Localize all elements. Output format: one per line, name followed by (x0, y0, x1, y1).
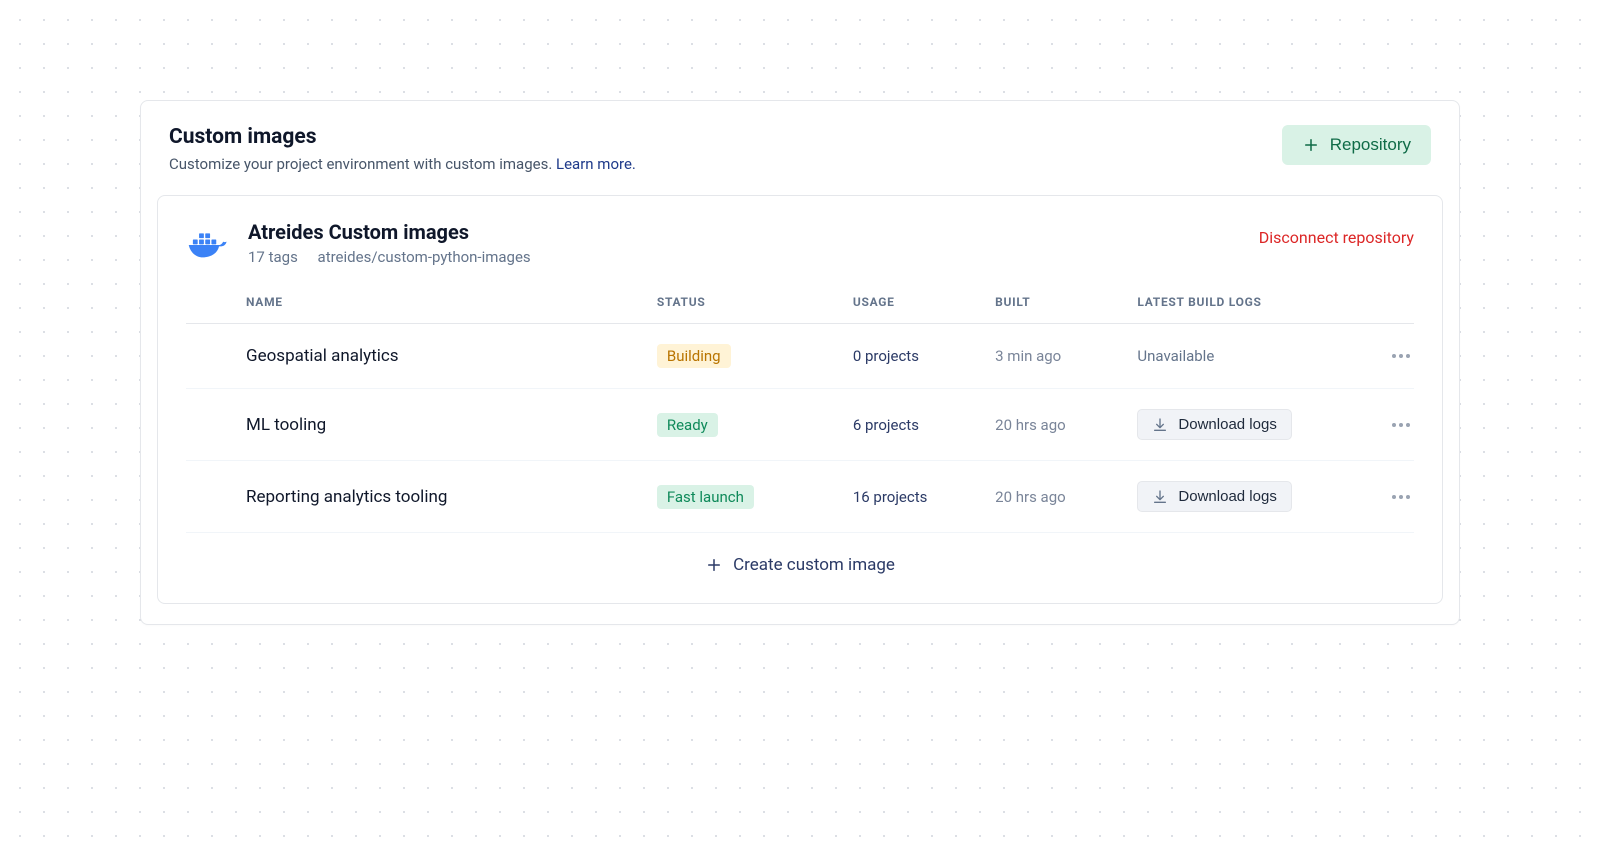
plus-icon (705, 556, 723, 574)
status-cell: Fast launch (657, 485, 845, 509)
col-usage: USAGE (853, 295, 987, 309)
disconnect-repository-link[interactable]: Disconnect repository (1259, 228, 1414, 247)
table-row: Reporting analytics tooling Fast launch … (186, 461, 1414, 533)
page-title: Custom images (169, 125, 636, 149)
repository-card: Atreides Custom images 17 tags atreides/… (157, 195, 1443, 604)
usage-cell: 6 projects (853, 416, 987, 434)
image-name: Geospatial analytics (246, 346, 649, 366)
status-cell: Building (657, 344, 845, 368)
download-icon (1152, 417, 1168, 433)
col-status: STATUS (657, 295, 845, 309)
image-name: Reporting analytics tooling (246, 487, 649, 507)
col-name: NAME (246, 295, 649, 309)
table-header-row: NAME STATUS USAGE BUILT LATEST BUILD LOG… (186, 277, 1414, 324)
status-cell: Ready (657, 413, 845, 437)
panel-header: Custom images Customize your project env… (141, 101, 1459, 189)
download-logs-button[interactable]: Download logs (1137, 481, 1291, 512)
row-actions-menu-button[interactable] (1360, 354, 1414, 358)
repository-button-label: Repository (1330, 135, 1411, 155)
repository-path: atreides/custom-python-images (318, 248, 531, 266)
subtitle-text: Customize your project environment with … (169, 155, 556, 173)
download-logs-label: Download logs (1178, 488, 1276, 505)
repository-title: Atreides Custom images (248, 220, 531, 244)
download-logs-label: Download logs (1178, 416, 1276, 433)
logs-cell: Download logs (1137, 409, 1352, 440)
row-actions-menu-button[interactable] (1360, 495, 1414, 499)
add-repository-button[interactable]: Repository (1282, 125, 1431, 165)
download-logs-button[interactable]: Download logs (1137, 409, 1291, 440)
repository-tags-count: 17 tags (248, 248, 298, 266)
plus-icon (1302, 136, 1320, 154)
usage-cell: 0 projects (853, 347, 987, 365)
card-header: Atreides Custom images 17 tags atreides/… (158, 196, 1442, 277)
col-logs: LATEST BUILD LOGS (1137, 295, 1352, 309)
table-row: Geospatial analytics Building 0 projects… (186, 324, 1414, 389)
table-row: ML tooling Ready 6 projects 20 hrs ago D… (186, 389, 1414, 461)
status-badge: Fast launch (657, 485, 754, 509)
repository-meta: 17 tags atreides/custom-python-images (248, 248, 531, 266)
create-custom-image-button[interactable]: Create custom image (186, 533, 1414, 603)
card-title-block: Atreides Custom images 17 tags atreides/… (248, 220, 531, 266)
status-badge: Building (657, 344, 731, 368)
built-cell: 20 hrs ago (995, 488, 1129, 506)
custom-images-panel: Custom images Customize your project env… (140, 100, 1460, 625)
download-icon (1152, 489, 1168, 505)
card-header-left: Atreides Custom images 17 tags atreides/… (186, 220, 531, 267)
create-custom-image-label: Create custom image (733, 555, 895, 575)
learn-more-link[interactable]: Learn more. (556, 155, 636, 173)
row-actions-menu-button[interactable] (1360, 423, 1414, 427)
page-subtitle: Customize your project environment with … (169, 155, 636, 173)
logs-cell: Download logs (1137, 481, 1352, 512)
panel-header-left: Custom images Customize your project env… (169, 125, 636, 173)
logs-cell: Unavailable (1137, 347, 1352, 365)
built-cell: 3 min ago (995, 347, 1129, 365)
docker-icon (186, 223, 230, 267)
usage-cell: 16 projects (853, 488, 987, 506)
image-name: ML tooling (246, 415, 649, 435)
col-built: BUILT (995, 295, 1129, 309)
status-badge: Ready (657, 413, 718, 437)
built-cell: 20 hrs ago (995, 416, 1129, 434)
images-table: NAME STATUS USAGE BUILT LATEST BUILD LOG… (158, 277, 1442, 603)
